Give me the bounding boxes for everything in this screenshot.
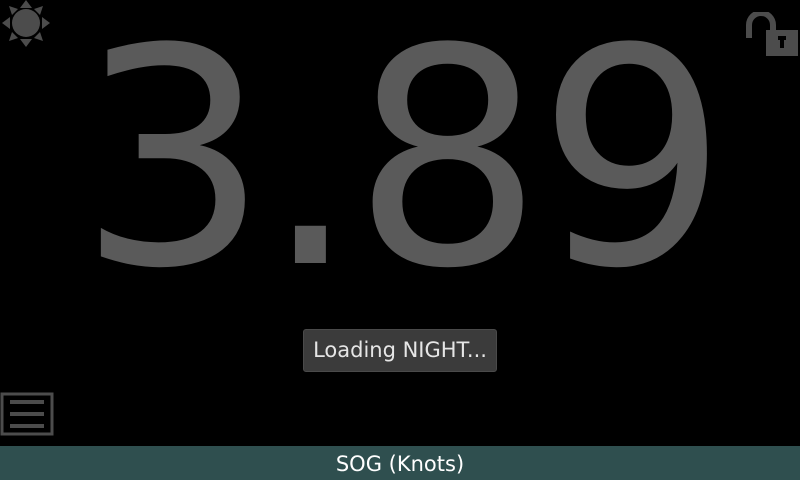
- hamburger-menu-icon: [0, 392, 54, 436]
- measurement-selector-bar[interactable]: SOG (Knots): [0, 446, 800, 480]
- measurement-label: SOG (Knots): [335, 452, 465, 476]
- loading-toast: Loading NIGHT...: [303, 329, 497, 372]
- menu-button[interactable]: [0, 392, 54, 436]
- instrument-screen: 3.89 Loading NIGHT... SOG (Knots): [0, 0, 800, 480]
- sog-value-readout: 3.89: [78, 0, 728, 334]
